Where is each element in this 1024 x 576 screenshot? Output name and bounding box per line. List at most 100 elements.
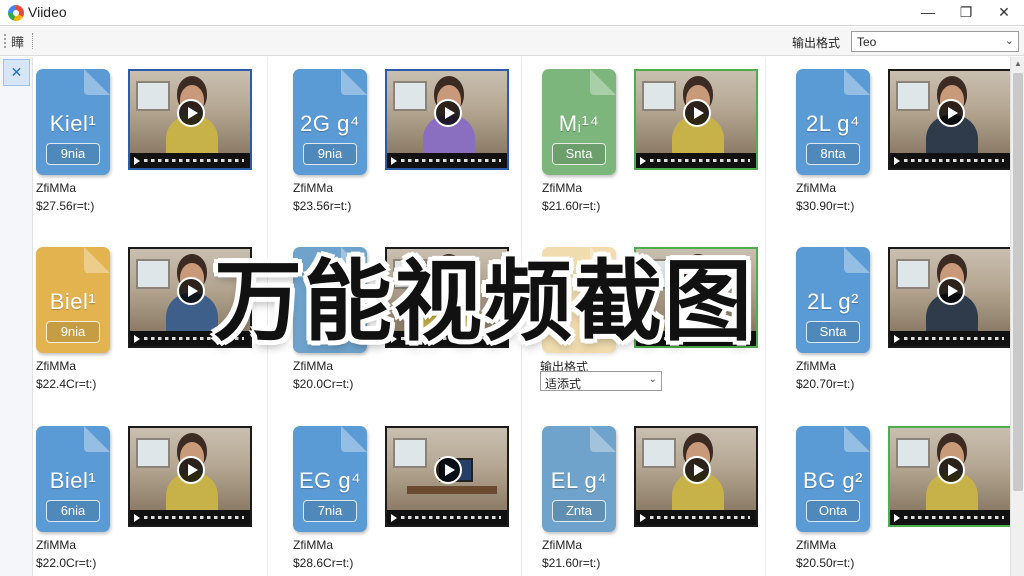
- file-item[interactable]: 2L g⁴ 8nta ZfiMMa $30.90r=t:): [796, 57, 1024, 227]
- file-item[interactable]: BG g² Onta ZfiMMa $20.50r=t:): [796, 414, 1024, 576]
- file-icon-title: Kiel¹: [49, 111, 97, 136]
- file-name: ZfiMMa: [36, 359, 76, 373]
- player-controls: [890, 510, 1010, 525]
- file-icon-tag: 9nia: [303, 143, 357, 165]
- player-controls: [130, 153, 250, 168]
- vertical-scrollbar[interactable]: ▲: [1010, 57, 1024, 576]
- output-format-value: Teo: [857, 35, 877, 49]
- file-item[interactable]: Biel¹ 6nia ZfiMMa $22.0Cr=t:): [36, 414, 272, 576]
- chevron-down-icon: ⌄: [648, 374, 657, 385]
- video-file-icon: Kiel¹ 9nia: [36, 69, 110, 175]
- play-icon[interactable]: [937, 456, 965, 484]
- play-icon[interactable]: [937, 99, 965, 127]
- video-thumbnail[interactable]: [888, 69, 1012, 170]
- file-icon-title: 2L g²: [807, 289, 859, 314]
- file-item[interactable]: 2G g⁴ 9nia ZfiMMa $23.56r=t:): [293, 57, 529, 227]
- player-controls: [387, 153, 507, 168]
- video-file-icon: Mᵢ¹⁴ Snta: [542, 69, 616, 175]
- scrollbar-thumb[interactable]: [1013, 73, 1023, 491]
- play-icon[interactable]: [177, 456, 205, 484]
- window-title: Viideo: [28, 4, 67, 20]
- output-format-label: 输出格式: [792, 36, 841, 50]
- toolbar-grip[interactable]: [3, 33, 7, 49]
- video-file-icon: Biel¹ 6nia: [36, 426, 110, 532]
- output-format-select[interactable]: Teo ⌄: [851, 31, 1019, 52]
- file-name: ZfiMMa: [796, 538, 836, 552]
- file-size: $27.56r=t:): [36, 199, 95, 213]
- file-size: $22.4Cr=t:): [36, 377, 97, 391]
- file-size: $23.56r=t:): [293, 199, 352, 213]
- file-icon-tag: 7nia: [303, 500, 357, 522]
- file-icon-title: 2G g⁴: [300, 111, 360, 136]
- play-icon[interactable]: [434, 99, 462, 127]
- file-icon-tag: 9nia: [46, 321, 100, 343]
- file-name: ZfiMMa: [36, 538, 76, 552]
- toolbar-tool-icon[interactable]: 瞱: [11, 32, 24, 51]
- play-icon[interactable]: [683, 456, 711, 484]
- file-icon-tag: Snta: [552, 143, 606, 165]
- player-controls: [130, 510, 250, 525]
- close-button[interactable]: ✕: [984, 0, 1024, 26]
- toolbar-separator: [32, 33, 33, 49]
- file-item[interactable]: Kiel¹ 9nia ZfiMMa $27.56r=t:): [36, 57, 272, 227]
- file-size: $20.50r=t:): [796, 556, 855, 570]
- minimize-button[interactable]: —: [908, 0, 948, 26]
- player-controls: [890, 331, 1010, 346]
- file-icon-tag: Snta: [806, 321, 860, 343]
- file-icon-tag: Znta: [552, 500, 606, 522]
- file-icon-tag: Onta: [806, 500, 860, 522]
- video-thumbnail[interactable]: [385, 69, 509, 170]
- video-thumbnail[interactable]: [634, 426, 758, 527]
- file-name: ZfiMMa: [293, 538, 333, 552]
- video-thumbnail[interactable]: [385, 426, 509, 527]
- video-file-icon: Biel¹ 9nia: [36, 247, 110, 353]
- file-icon-title: EG g⁴: [298, 468, 362, 493]
- file-item[interactable]: EL g⁴ Znta ZfiMMa $21.60r=t:): [542, 414, 778, 576]
- file-item[interactable]: Mᵢ¹⁴ Snta ZfiMMa $21.60r=t:): [542, 57, 778, 227]
- scroll-up-icon[interactable]: ▲: [1011, 57, 1024, 71]
- file-size: $28.6Cr=t:): [293, 556, 354, 570]
- file-icon-title: Mᵢ¹⁴: [558, 111, 600, 136]
- video-file-icon: 2L g² Snta: [796, 247, 870, 353]
- play-icon[interactable]: [434, 456, 462, 484]
- file-icon-tag: 6nia: [46, 500, 100, 522]
- video-thumbnail[interactable]: [888, 426, 1012, 527]
- title-bar: Viideo — ❐ ✕: [0, 0, 1024, 26]
- toolbar: 瞱 输出格式 Teo ⌄: [0, 27, 1024, 56]
- maximize-button[interactable]: ❐: [946, 0, 986, 26]
- video-thumbnail[interactable]: [128, 69, 252, 170]
- file-icon-title: Biel¹: [49, 289, 97, 314]
- file-size: $22.0Cr=t:): [36, 556, 97, 570]
- player-controls: [636, 510, 756, 525]
- player-controls: [636, 153, 756, 168]
- play-icon[interactable]: [177, 99, 205, 127]
- video-thumbnail[interactable]: [128, 426, 252, 527]
- play-icon[interactable]: [683, 99, 711, 127]
- resize-tool-icon[interactable]: ✕: [3, 59, 30, 86]
- player-controls: [387, 510, 507, 525]
- video-thumbnail[interactable]: [634, 69, 758, 170]
- file-item[interactable]: 2L g² Snta ZfiMMa $20.70r=t:): [796, 235, 1024, 405]
- inner-format-select[interactable]: 适添式 ⌄: [540, 371, 662, 391]
- inner-format-value: 适添式: [545, 377, 582, 391]
- file-size: $20.0Cr=t:): [293, 377, 354, 391]
- app-logo-icon: [8, 5, 24, 21]
- file-size: $21.60r=t:): [542, 556, 601, 570]
- play-icon[interactable]: [937, 277, 965, 305]
- video-file-icon: EL g⁴ Znta: [542, 426, 616, 532]
- file-name: ZfiMMa: [542, 181, 582, 195]
- file-name: ZfiMMa: [293, 359, 333, 373]
- file-item[interactable]: EG g⁴ 7nia ZfiMMa $28.6Cr=t:): [293, 414, 529, 576]
- file-name: ZfiMMa: [36, 181, 76, 195]
- file-size: $20.70r=t:): [796, 377, 855, 391]
- video-file-icon: BG g² Onta: [796, 426, 870, 532]
- file-icon-title: 2L g⁴: [806, 111, 860, 136]
- play-icon[interactable]: [177, 277, 205, 305]
- side-tool-strip: ✕: [0, 57, 33, 576]
- video-thumbnail[interactable]: [888, 247, 1012, 348]
- file-icon-tag: 8nta: [806, 143, 860, 165]
- promo-banner-title: 万能视频截图: [214, 250, 755, 353]
- file-icon-title: BG g²: [803, 468, 863, 493]
- file-name: ZfiMMa: [796, 359, 836, 373]
- file-name: ZfiMMa: [293, 181, 333, 195]
